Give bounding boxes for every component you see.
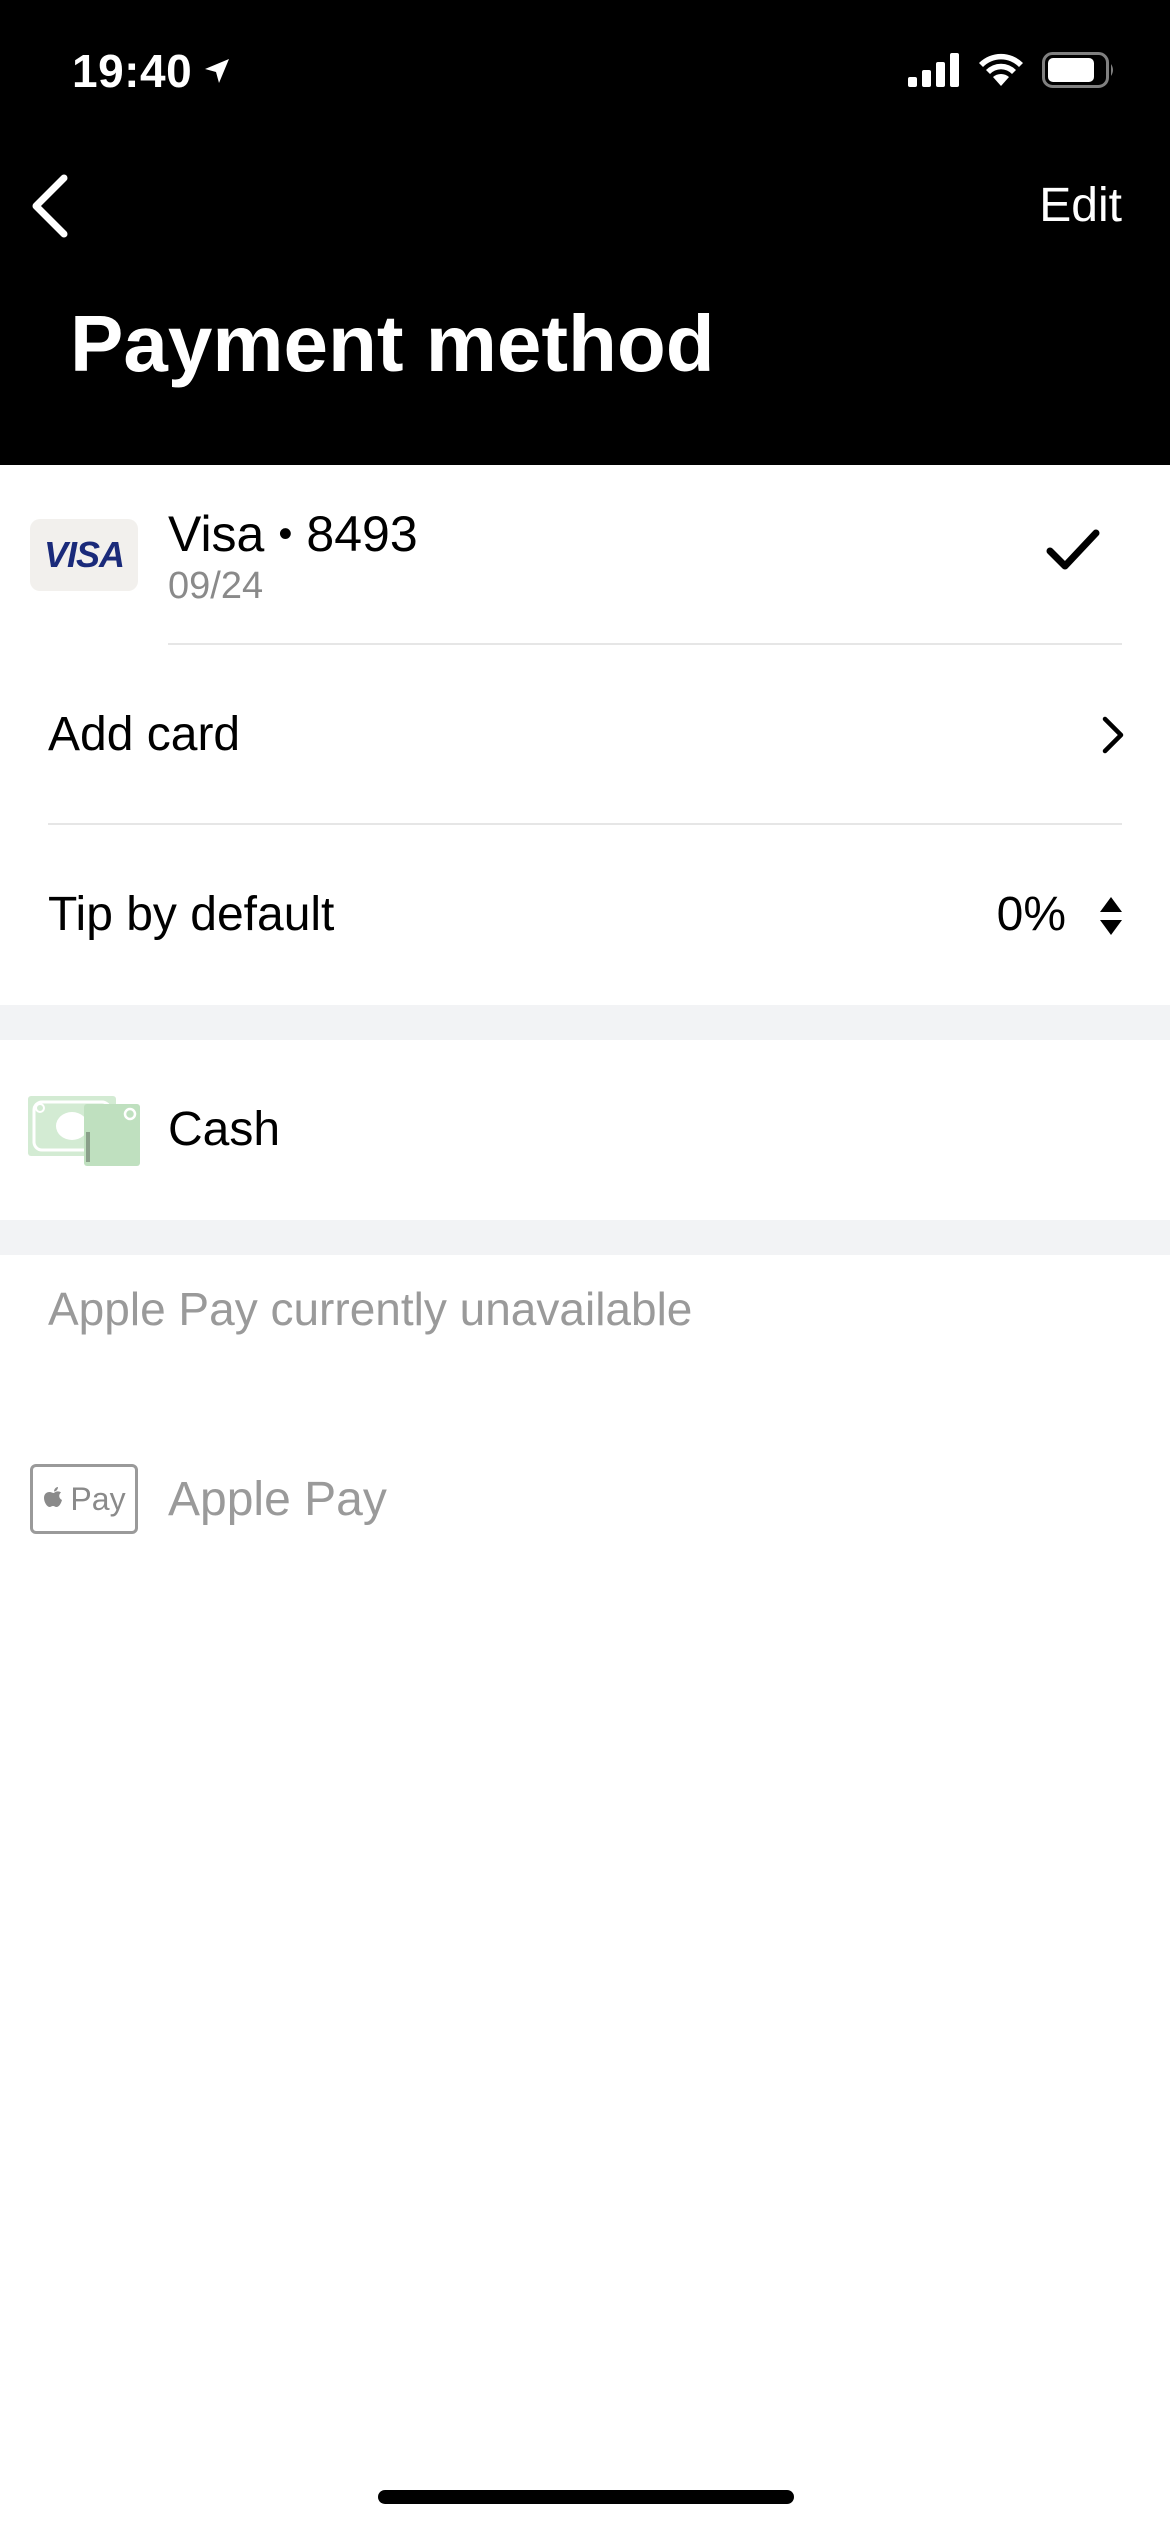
section-separator [0,1005,1170,1040]
chevron-left-icon [32,174,68,238]
time-label: 19:40 [72,45,193,97]
card-brand: Visa [168,506,265,562]
wifi-icon [979,53,1023,86]
status-bar-time: 19:40 [72,44,232,98]
back-button[interactable] [14,166,86,246]
status-bar-icons [908,52,1116,88]
card-row-visa[interactable]: VISA Visa • 8493 09/24 [0,465,1170,645]
cash-row[interactable]: Cash [0,1040,1170,1220]
battery-icon [1042,52,1113,88]
header: 19:40 Edit Payment method [0,0,1170,465]
page-title: Payment method [70,299,715,388]
apple-icon [44,1487,63,1507]
apple-pay-logo-text: Pay [70,1480,126,1517]
checkmark-icon [1046,529,1100,570]
tip-label: Tip by default [48,888,335,941]
chevron-right-icon [1102,716,1124,754]
card-separator: • [278,511,293,556]
tip-value: 0% [996,888,1066,941]
tip-by-default-row[interactable]: Tip by default 0% [0,825,1170,1005]
apple-pay-logo: Pay [30,1464,138,1534]
card-title: Visa • 8493 [168,505,418,563]
apple-pay-row: Pay Apple Pay [0,1412,1170,1592]
edit-button[interactable]: Edit [1039,178,1122,233]
signal-icon [908,53,959,87]
visa-logo: VISA [30,519,138,591]
apple-pay-unavailable-note: Apple Pay currently unavailable [48,1283,693,1335]
section-separator [0,1220,1170,1255]
cash-icon [28,1096,140,1166]
up-down-stepper-icon[interactable] [1098,893,1124,939]
card-expiry: 09/24 [168,565,264,607]
add-card-label: Add card [48,708,241,761]
add-card-button[interactable]: Add card [0,645,1170,825]
apple-pay-label: Apple Pay [168,1473,387,1526]
home-indicator[interactable] [378,2490,794,2504]
cash-label: Cash [168,1103,281,1156]
card-last4: 8493 [306,506,418,562]
location-arrow-icon [205,59,230,83]
